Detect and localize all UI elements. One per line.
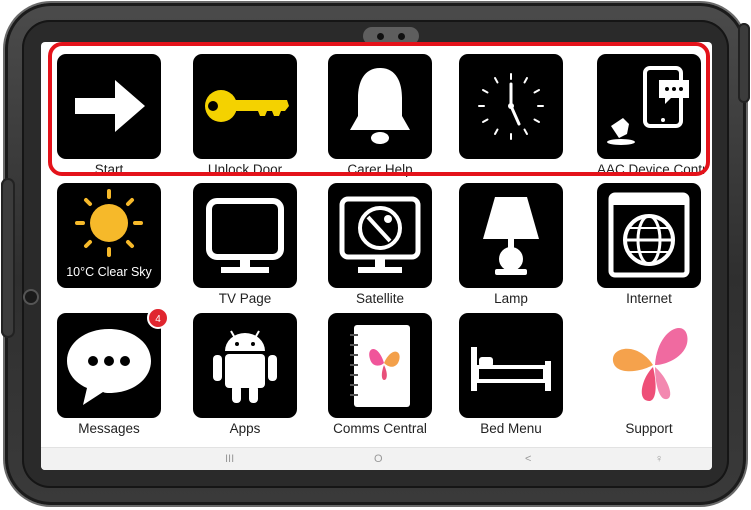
tablet-screen: Start Unlock Door Carer Help AAC Device … <box>41 42 712 470</box>
tile-satellite[interactable]: Satellite <box>328 183 432 307</box>
android-icon <box>213 330 277 403</box>
tile-aac-device-control-box[interactable] <box>597 54 701 159</box>
globe-browser-icon <box>608 192 690 278</box>
tile-clock-box[interactable] <box>459 54 563 159</box>
camera-lens-icon <box>377 33 384 40</box>
tablet-side-grip-right <box>738 23 750 103</box>
tablet-side-grip <box>1 178 15 338</box>
assistant-icon[interactable]: ♀ <box>655 452 663 466</box>
tile-bed-menu-box[interactable] <box>459 313 563 418</box>
tile-label: Comms Central <box>333 421 427 436</box>
tile-label: Carer Help <box>347 162 413 177</box>
tile-label: Unlock Door <box>207 162 283 177</box>
satellite-dish-icon <box>339 196 421 273</box>
tile-apps-box[interactable] <box>193 313 297 418</box>
tablet-side-button[interactable] <box>25 291 37 303</box>
tile-support-box[interactable] <box>597 313 701 418</box>
device-control-icon <box>607 66 689 145</box>
tile-label: AAC Device Contr <box>597 162 707 177</box>
key-icon <box>205 90 289 122</box>
tile-label: Lamp <box>494 291 528 306</box>
tile-label: Apps <box>229 421 261 436</box>
tile-aac-device-control[interactable]: AAC Device Contr <box>597 54 707 178</box>
tile-label: Bed Menu <box>480 421 542 436</box>
tile-comms-central[interactable]: Comms Central <box>328 313 432 437</box>
tile-apps[interactable]: Apps <box>193 313 297 437</box>
tile-label: Satellite <box>355 291 405 306</box>
tile-start-box[interactable] <box>57 54 161 159</box>
clock-icon <box>478 73 544 140</box>
lamp-icon <box>483 197 539 275</box>
tile-unlock-door[interactable]: Unlock Door <box>193 54 297 178</box>
tile-tv-page[interactable]: TV Page <box>193 183 297 307</box>
system-nav-bar: III O < ♀ <box>41 447 712 470</box>
tile-clock[interactable] <box>459 54 563 162</box>
recent-apps-icon[interactable]: III <box>225 452 234 466</box>
tile-start[interactable]: Start <box>57 54 161 178</box>
tile-label: TV Page <box>218 291 272 306</box>
back-icon[interactable]: < <box>525 452 531 466</box>
tile-carer-help-box[interactable] <box>328 54 432 159</box>
butterfly-icon <box>612 327 688 401</box>
sensor-icon <box>398 33 405 40</box>
tile-label: Support <box>625 421 673 436</box>
bed-icon <box>471 347 551 391</box>
tile-lamp[interactable]: Lamp <box>459 183 563 307</box>
tile-lamp-box[interactable] <box>459 183 563 288</box>
tile-comms-central-box[interactable] <box>328 313 432 418</box>
tile-satellite-box[interactable] <box>328 183 432 288</box>
tile-messages-box[interactable] <box>57 313 161 418</box>
weather-text: 10°C Clear Sky <box>66 265 152 279</box>
notebook-butterfly-icon <box>350 325 410 407</box>
tile-label: Messages <box>78 421 140 436</box>
tile-unlock-door-box[interactable] <box>193 54 297 159</box>
notification-badge: 4 <box>147 307 169 329</box>
tile-messages[interactable]: 4 Messages <box>57 307 169 437</box>
tile-weather[interactable]: 10°C Clear Sky <box>57 183 161 291</box>
arrow-right-icon <box>75 80 145 132</box>
tile-internet[interactable]: Internet <box>597 183 701 307</box>
tile-carer-help[interactable]: Carer Help <box>328 54 432 178</box>
bell-icon <box>350 68 410 144</box>
chat-bubble-icon <box>67 329 151 405</box>
tv-icon <box>206 198 284 273</box>
tile-weather-box[interactable]: 10°C Clear Sky <box>57 183 161 288</box>
tile-tv-page-box[interactable] <box>193 183 297 288</box>
tile-bed-menu[interactable]: Bed Menu <box>459 313 563 437</box>
tile-internet-box[interactable] <box>597 183 701 288</box>
tile-label: Start <box>94 162 124 177</box>
tile-support[interactable]: Support <box>597 313 701 437</box>
tile-label: Internet <box>626 291 672 306</box>
home-icon[interactable]: O <box>374 452 383 466</box>
